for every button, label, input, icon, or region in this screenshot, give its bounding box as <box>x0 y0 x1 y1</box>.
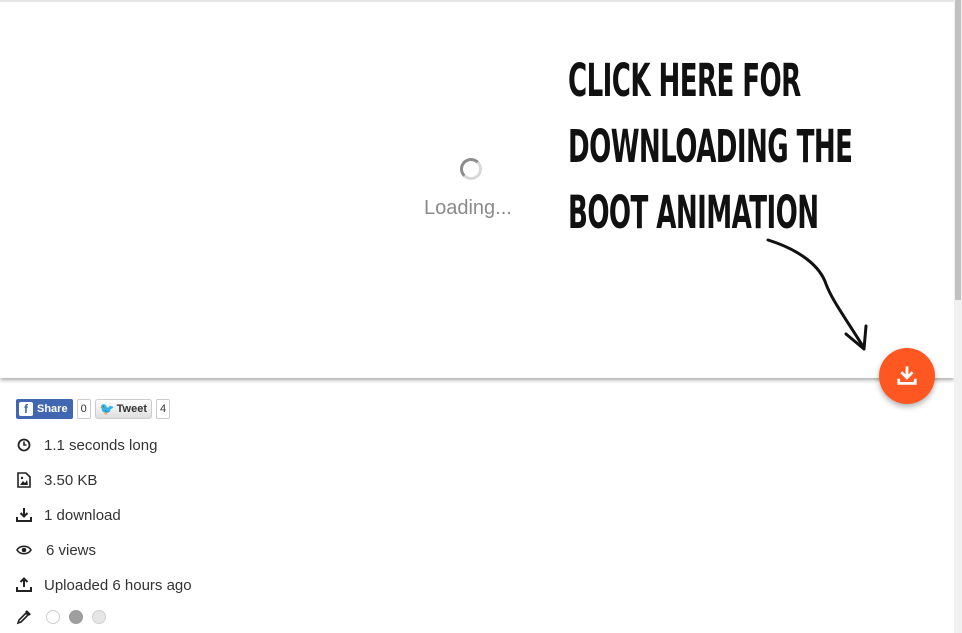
duration-row: 1.1 seconds long <box>16 435 157 455</box>
scrollbar[interactable] <box>954 0 962 633</box>
color-swatches <box>16 609 115 625</box>
downloads-row: 1 download <box>16 505 121 525</box>
uploaded-text: Uploaded 6 hours ago <box>44 576 192 594</box>
loading-text: Loading... <box>424 197 512 219</box>
downloads-text: 1 download <box>44 506 121 524</box>
color-swatch-white[interactable] <box>46 610 60 624</box>
tweet-count: 4 <box>156 399 171 419</box>
tweet-button[interactable]: 🐦 Tweet <box>94 399 153 419</box>
share-count: 0 <box>76 399 91 419</box>
color-swatch-gray[interactable] <box>69 610 83 624</box>
top-divider <box>0 0 954 2</box>
clock-icon <box>16 437 32 453</box>
social-buttons: f Share 0 🐦 Tweet 4 <box>16 399 171 419</box>
views-text: 6 views <box>46 541 97 559</box>
handwritten-annotation: CLICK HERE FOR DOWNLOADING THE BOOT ANIM… <box>568 48 853 246</box>
color-swatch-light-gray[interactable] <box>92 610 106 624</box>
loading-spinner-icon <box>460 158 482 180</box>
upload-icon <box>16 577 32 593</box>
annotation-line-3: BOOT ANIMATION <box>568 186 819 239</box>
animation-preview: Loading... CLICK HERE FOR DOWNLOADING TH… <box>0 0 954 378</box>
annotation-arrow-icon <box>766 238 868 351</box>
facebook-share-button[interactable]: f Share <box>16 399 73 419</box>
twitter-bird-icon: 🐦 <box>99 402 115 416</box>
size-text: 3.50 KB <box>44 471 98 489</box>
annotation-line-1: CLICK HERE FOR <box>568 54 801 107</box>
views-row: 6 views <box>16 540 96 560</box>
tweet-label: Tweet <box>116 403 148 415</box>
size-row: 3.50 KB <box>16 470 97 490</box>
eye-icon <box>16 542 32 558</box>
uploaded-row: Uploaded 6 hours ago <box>16 575 192 595</box>
scrollbar-thumb[interactable] <box>955 0 961 300</box>
download-icon <box>897 366 917 385</box>
annotation-line-2: DOWNLOADING THE <box>568 120 853 173</box>
facebook-icon: f <box>19 402 33 416</box>
image-file-icon <box>16 472 32 488</box>
download-button[interactable] <box>879 348 935 404</box>
share-label: Share <box>37 403 68 415</box>
eyedropper-icon <box>16 609 32 625</box>
download-count-icon <box>16 507 32 523</box>
duration-text: 1.1 seconds long <box>44 436 158 454</box>
